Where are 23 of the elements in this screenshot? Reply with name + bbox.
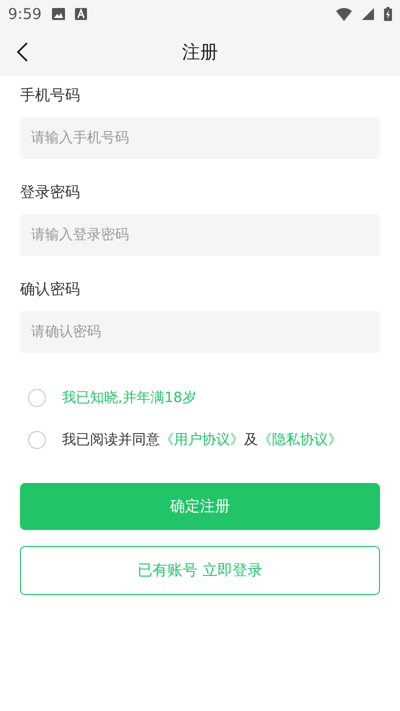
radio-button[interactable] [28, 389, 46, 407]
field-label: 确认密码 [20, 280, 81, 299]
field-label: 登录密码 [20, 183, 81, 202]
back-icon[interactable] [16, 42, 28, 62]
radio-button[interactable] [28, 431, 46, 449]
signal-icon [362, 8, 374, 20]
field-label: 手机号码 [20, 86, 81, 105]
input-field[interactable]: 请输入手机号码 [20, 117, 380, 159]
keyboard-icon [74, 8, 87, 20]
input-field[interactable]: 请输入登录密码 [20, 214, 380, 256]
agreement-text: 及 [244, 432, 258, 448]
agreement-text: 我已阅读并同意 [62, 432, 160, 448]
wifi-icon [336, 8, 352, 20]
register-button[interactable]: 确定注册 [20, 483, 380, 530]
input-field[interactable]: 请确认密码 [20, 311, 380, 353]
status-time: 9:59 [8, 5, 42, 23]
battery-icon [384, 7, 392, 21]
agreement-link[interactable]: 我已知晓,并年满18岁 [62, 390, 196, 406]
agreement-link[interactable]: 《用户协议》 [160, 432, 244, 448]
page-title: 注册 [182, 41, 218, 64]
agreement-link[interactable]: 《隐私协议》 [258, 432, 342, 448]
login-button[interactable]: 已有账号 立即登录 [20, 546, 380, 595]
image-icon [52, 8, 65, 20]
